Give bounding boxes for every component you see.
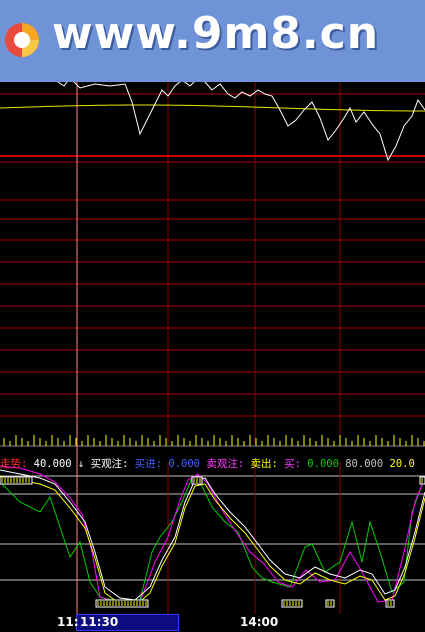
signal-marker xyxy=(385,599,395,608)
d-line xyxy=(0,475,425,607)
chart-canvas[interactable] xyxy=(0,82,425,614)
time-cursor-label: 11:30 xyxy=(80,615,119,629)
watermark-banner: www.9m8.cn xyxy=(0,0,425,82)
level-20: 20.0 xyxy=(389,458,415,470)
indicator-readout: 走势: 40.000 ↓ 买观注: 买进: 0.000 卖观注: 卖出: 买: … xyxy=(0,456,425,472)
trend-value: 40.000 xyxy=(33,458,72,470)
last-value: 0.000 xyxy=(307,458,339,470)
last-label: 买: xyxy=(284,458,301,470)
buy-value: 0.000 xyxy=(168,458,200,470)
watermark-text: www.9m8.cn xyxy=(52,8,380,59)
j-line xyxy=(0,465,425,603)
trend-label: 走势: xyxy=(0,458,28,470)
pie-logo-icon xyxy=(5,23,39,57)
sell-label: 卖出: xyxy=(250,458,278,470)
buy-watch-label: 买观注: xyxy=(90,458,129,470)
trend-arrow: ↓ xyxy=(77,458,85,470)
avg-price-line xyxy=(0,104,425,112)
price-grid xyxy=(0,82,425,444)
level-80: 80.000 xyxy=(345,458,384,470)
time-axis: 11: 11:30 14:00 xyxy=(0,614,425,632)
time-label-1400: 14:00 xyxy=(240,615,279,629)
sell-watch-label: 卖观注: xyxy=(206,458,245,470)
signal-marker xyxy=(325,599,335,608)
buy-label: 买进: xyxy=(134,458,163,470)
time-cursor-prefix: 11: xyxy=(57,615,79,629)
volume-ticks xyxy=(3,435,425,446)
